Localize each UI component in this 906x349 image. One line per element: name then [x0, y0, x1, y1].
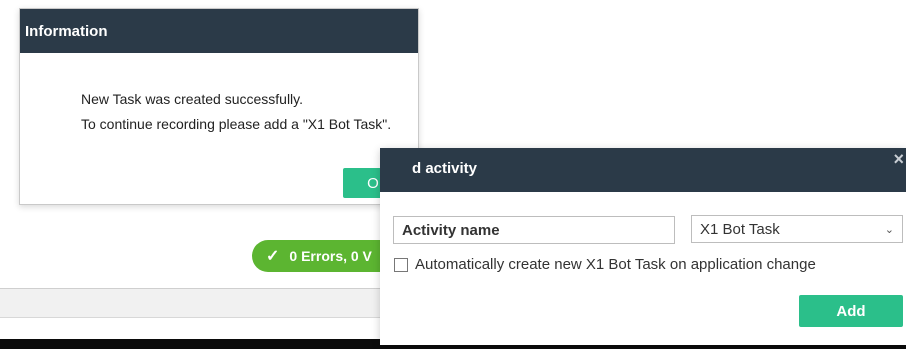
check-icon: ✓ — [266, 248, 280, 265]
information-dialog-header: Information — [20, 9, 418, 53]
activity-type-selected: X1 Bot Task — [700, 220, 780, 238]
close-icon[interactable]: × — [893, 150, 904, 168]
add-activity-dialog-header: d activity × — [380, 148, 906, 192]
auto-create-label[interactable]: Automatically create new X1 Bot Task on … — [415, 256, 816, 273]
information-dialog-title: Information — [25, 22, 108, 40]
activity-type-select[interactable]: X1 Bot Task ⌄ — [691, 215, 903, 243]
status-text: 0 Errors, 0 V — [289, 248, 372, 264]
add-activity-dialog: d activity × X1 Bot Task ⌄ Automatically… — [380, 148, 906, 345]
info-message-line-1: New Task was created successfully. — [81, 91, 304, 107]
information-dialog: Information New Task was created success… — [19, 8, 419, 205]
auto-create-checkbox[interactable] — [394, 257, 408, 272]
information-dialog-body: New Task was created successfully. To co… — [20, 53, 418, 137]
auto-create-row: Automatically create new X1 Bot Task on … — [394, 256, 816, 273]
add-button[interactable]: Add — [799, 295, 903, 327]
chevron-down-icon: ⌄ — [884, 223, 894, 236]
info-message-line-2: To continue recording please add a "X1 B… — [81, 116, 392, 132]
activity-name-input[interactable] — [393, 216, 675, 244]
add-activity-dialog-title: d activity — [412, 160, 478, 177]
